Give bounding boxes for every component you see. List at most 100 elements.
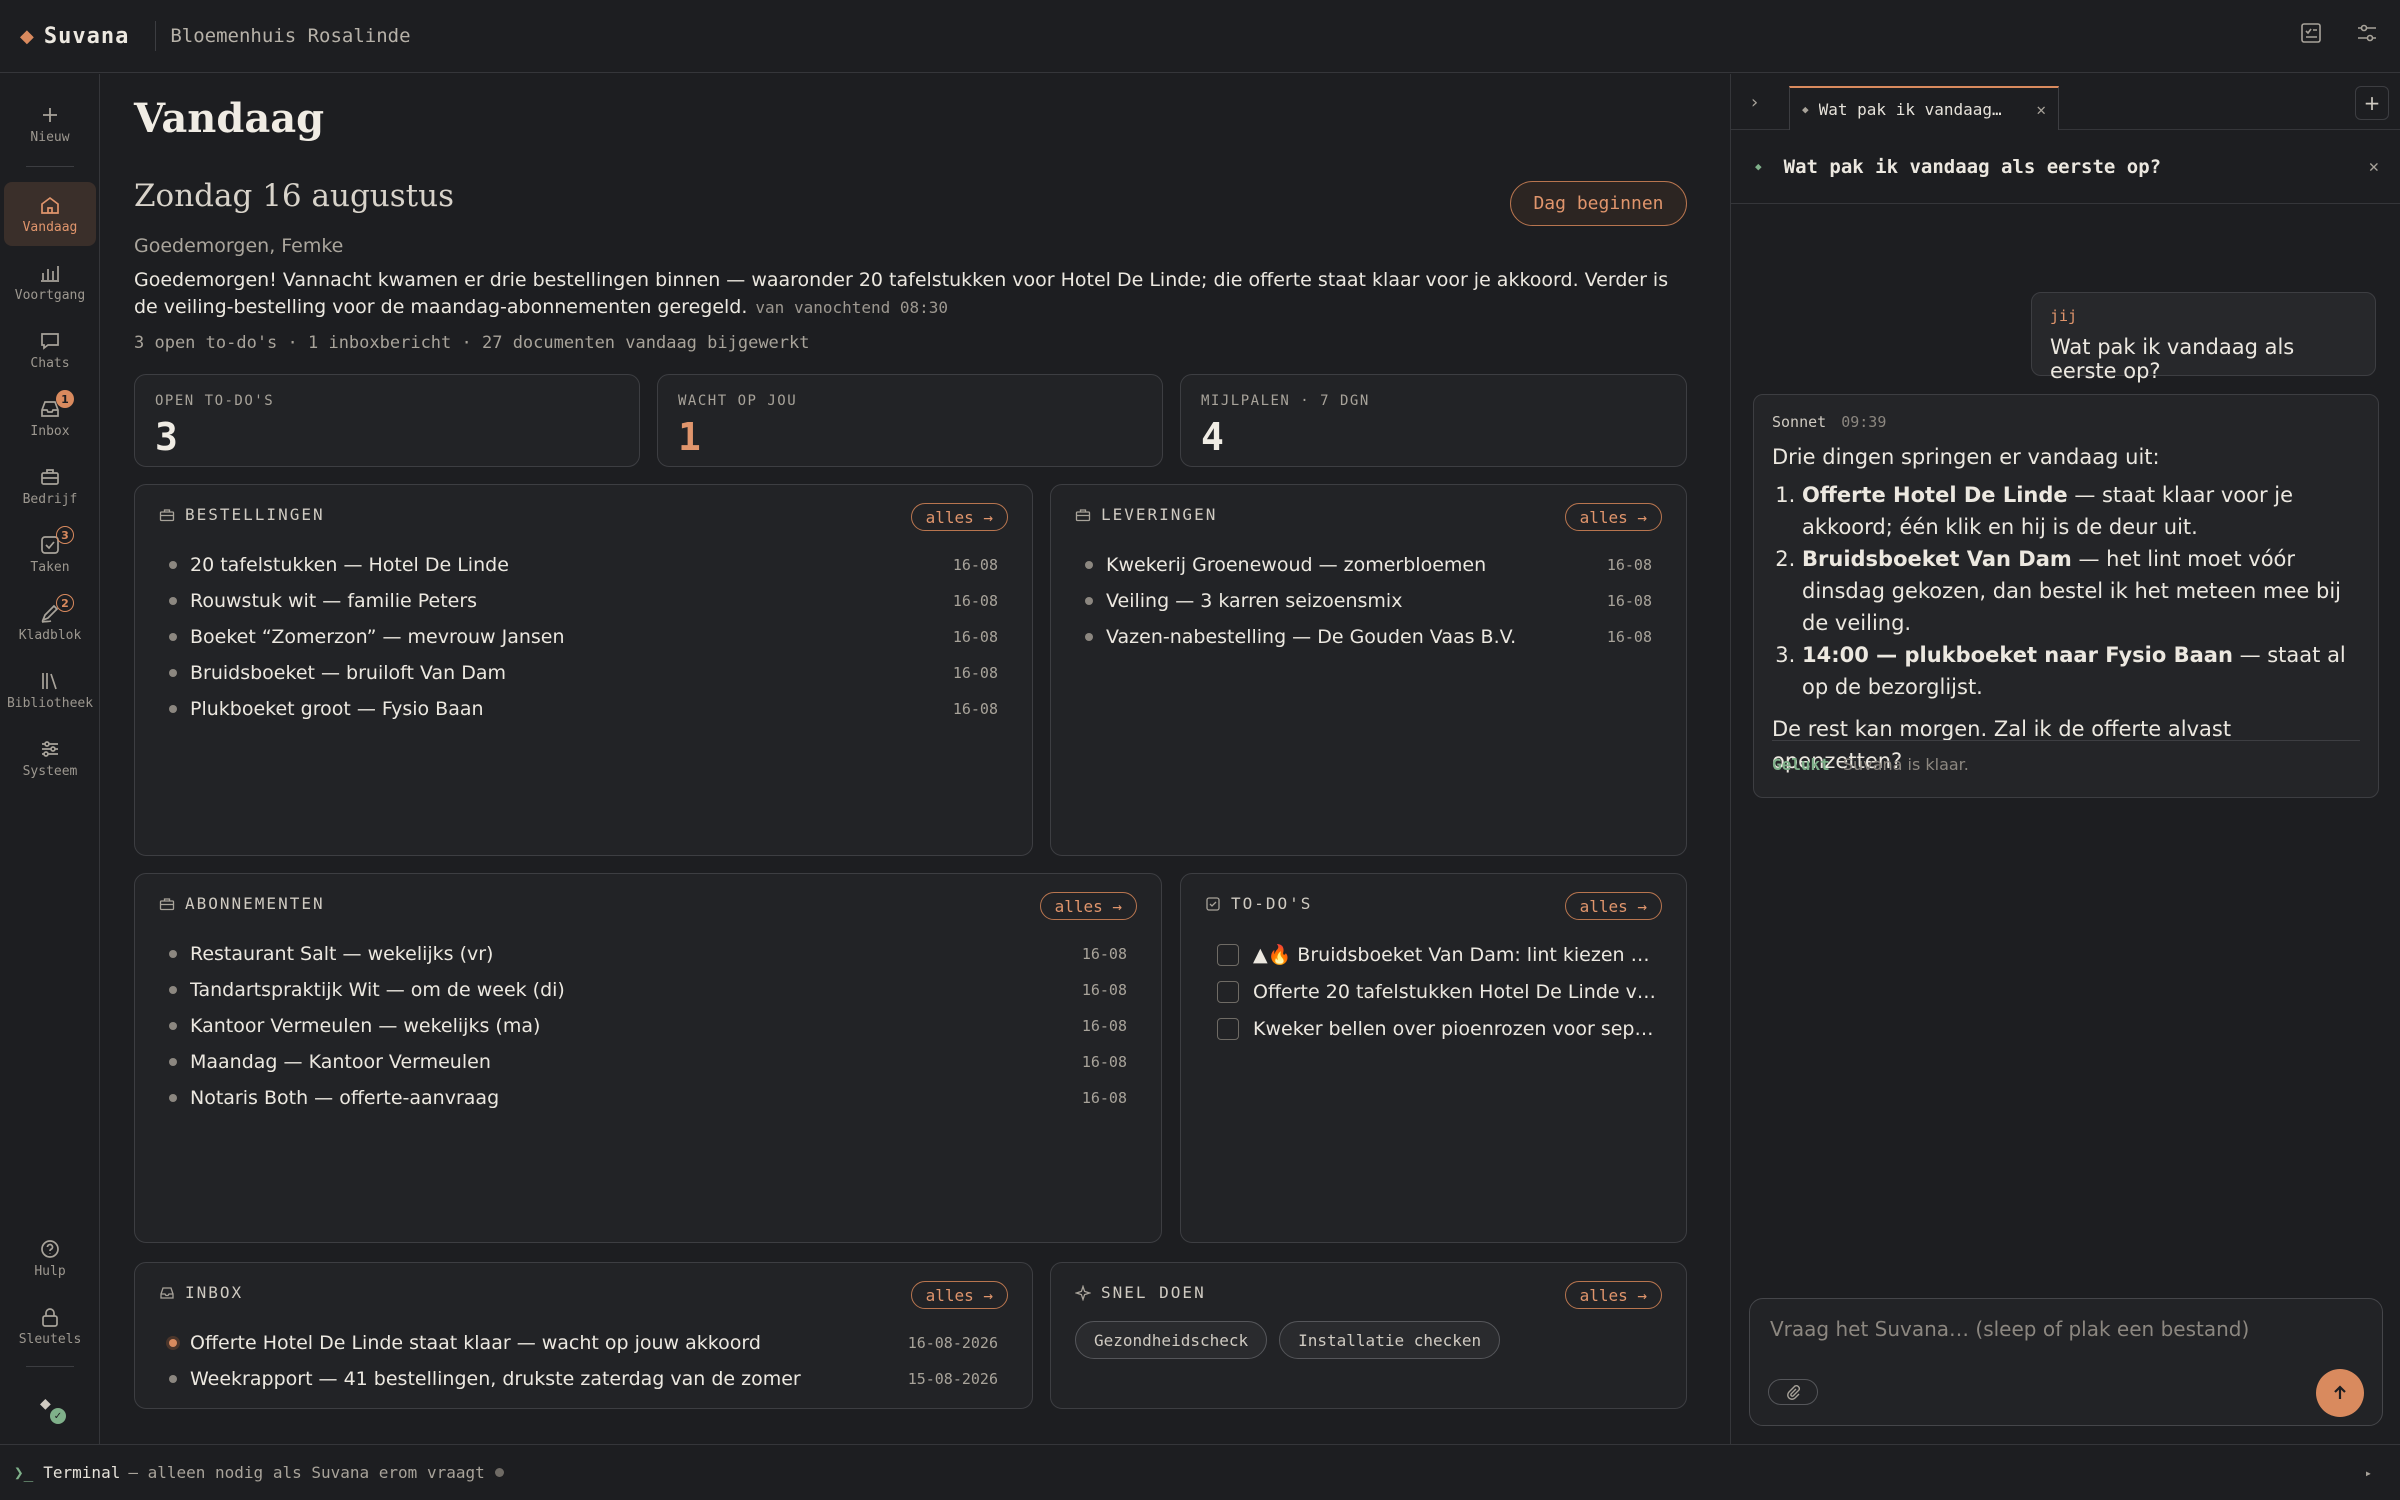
list-item[interactable]: Maandag — Kantoor Vermeulen 16-08: [169, 1044, 1127, 1080]
stat-card-waiting[interactable]: WACHT OP JOU 1: [657, 374, 1163, 467]
expand-icon[interactable]: ▸: [2365, 1466, 2372, 1480]
view-all-button[interactable]: alles →: [910, 503, 1008, 531]
list-item[interactable]: Offerte Hotel De Linde staat klaar — wac…: [169, 1325, 998, 1361]
bullet: [169, 669, 177, 677]
sidebar-item-voortgang[interactable]: Voortgang: [4, 250, 96, 314]
quick-action-install-check[interactable]: Installatie checken: [1279, 1321, 1501, 1359]
list-item[interactable]: Veiling — 3 karren seizoensmix 16-08: [1085, 583, 1652, 619]
briefcase-icon: [41, 468, 59, 485]
checkbox-icon: [1206, 896, 1220, 911]
chat-input[interactable]: Vraag het Suvana… (sleep of plak een bes…: [1770, 1317, 2249, 1341]
list-item[interactable]: Boeket “Zomerzon” — mevrouw Jansen 16-08: [169, 619, 998, 655]
stat-value: 4: [1201, 415, 1224, 459]
view-all-button[interactable]: alles →: [1039, 892, 1137, 920]
divider: [1772, 740, 2360, 741]
list-item[interactable]: Kantoor Vermeulen — wekelijks (ma) 16-08: [169, 1008, 1127, 1044]
attach-button[interactable]: [1768, 1379, 1818, 1405]
item-date: 16-08: [1081, 1053, 1127, 1071]
stat-card-open-todos[interactable]: OPEN TO-DO'S 3: [134, 374, 640, 467]
start-day-button[interactable]: Dag beginnen: [1510, 181, 1687, 226]
workspace-name[interactable]: Bloemenhuis Rosalinde: [170, 25, 410, 47]
view-all-button[interactable]: alles →: [910, 1281, 1008, 1309]
sidebar-item-bedrijf[interactable]: Bedrijf: [4, 454, 96, 518]
todo-item[interactable]: ▲🔥 Bruidsboeket Van Dam: lint kiezen (vo…: [1217, 936, 1656, 973]
item-text: Vazen-nabestelling — De Gouden Vaas B.V.: [1106, 626, 1517, 648]
inbox-badge: 1: [56, 390, 74, 408]
list-item[interactable]: Weekrapport — 41 bestellingen, drukste z…: [169, 1361, 998, 1397]
todo-checkbox[interactable]: [1217, 980, 1239, 1003]
bullet: [169, 1094, 177, 1102]
brand-name: Suvana: [43, 23, 130, 49]
user-message: jij Wat pak ik vandaag als eerste op?: [2031, 292, 2376, 383]
panel-title: TO-DO'S: [1231, 894, 1313, 913]
chevron-right-icon[interactable]: ›: [1751, 92, 1758, 113]
list-item[interactable]: Tandartspraktijk Wit — om de week (di) 16…: [169, 972, 1127, 1008]
todo-item[interactable]: Offerte 20 tafelstukken Hotel De Linde v…: [1217, 973, 1656, 1010]
item-text: Kweker bellen over pioenrozen voor septe…: [1253, 1017, 1656, 1040]
list-item[interactable]: Vazen-nabestelling — De Gouden Vaas B.V.…: [1085, 619, 1652, 655]
bullet: [1085, 597, 1093, 605]
sidebar-item-label: Kladblok: [18, 627, 82, 643]
list-item[interactable]: 20 tafelstukken — Hotel De Linde 16-08: [169, 547, 998, 583]
list-item[interactable]: Restaurant Salt — wekelijks (vr) 16-08: [169, 936, 1127, 972]
sidebar-item-label: Vandaag: [22, 219, 78, 235]
check-icon: ✓: [50, 1408, 66, 1424]
send-button[interactable]: [2316, 1369, 2364, 1417]
stat-card-milestones[interactable]: MIJLPALEN · 7 DGN 4: [1180, 374, 1687, 467]
item-text: Maandag — Kantoor Vermeulen: [190, 1051, 491, 1073]
sidebar-item-systeem[interactable]: Systeem: [4, 726, 96, 790]
item-text: Boeket “Zomerzon” — mevrouw Jansen: [190, 626, 565, 648]
panel-title: SNEL DOEN: [1101, 1283, 1206, 1302]
stat-label: MIJLPALEN · 7 DGN: [1201, 393, 1370, 409]
settings-sliders-icon[interactable]: [2354, 20, 2380, 46]
list-item[interactable]: Notaris Both — offerte-aanvraag 16-08: [169, 1080, 1127, 1116]
panel-snel-doen: SNEL DOEN alles → Gezondheidscheck Insta…: [1050, 1262, 1687, 1409]
dashboard-icon[interactable]: [2298, 20, 2324, 46]
panel-todos: TO-DO'S alles → ▲🔥 Bruidsboeket Van Dam:…: [1180, 873, 1687, 1243]
terminal-icon: ❯_: [14, 1463, 34, 1482]
sidebar-item-vandaag[interactable]: Vandaag: [4, 182, 96, 246]
bullet: [169, 986, 177, 994]
todo-item[interactable]: Kweker bellen over pioenrozen voor septe…: [1217, 1010, 1656, 1047]
close-icon[interactable]: ✕: [2369, 157, 2379, 177]
item-date: 16-08: [952, 556, 998, 574]
view-all-button[interactable]: alles →: [1564, 503, 1662, 531]
chat-tab[interactable]: ◆ Wat pak ik vandaag… ✕: [1789, 86, 2059, 130]
stat-label: OPEN TO-DO'S: [155, 393, 275, 409]
panel-title: BESTELLINGEN: [185, 505, 325, 524]
brand-logo-icon: ◆: [1802, 102, 1809, 116]
terminal-bar[interactable]: ❯_ Terminal — alleen nodig als Suvana er…: [0, 1444, 2400, 1500]
sidebar-item-taken[interactable]: 3 Taken: [4, 522, 96, 586]
bullet: [169, 1375, 177, 1383]
sidebar-item-bibliotheek[interactable]: Bibliotheek: [4, 658, 96, 722]
list-item[interactable]: Plukboeket groot — Fysio Baan 16-08: [169, 691, 998, 727]
sidebar-item-kladblok[interactable]: 2 Kladblok: [4, 590, 96, 654]
status-indicator[interactable]: ◆ ✓: [36, 1396, 66, 1426]
panel-header: BESTELLINGEN: [159, 505, 325, 524]
view-all-button[interactable]: alles →: [1564, 1281, 1662, 1309]
list-item[interactable]: Rouwstuk wit — familie Peters 16-08: [169, 583, 998, 619]
view-all-button[interactable]: alles →: [1564, 892, 1662, 920]
status-text: Suvana is klaar.: [1842, 755, 1969, 774]
sidebar-item-new[interactable]: Nieuw: [4, 92, 96, 156]
greeting: Goedemorgen, Femke: [134, 235, 344, 257]
message-time: 09:39: [1841, 413, 1887, 431]
list-item[interactable]: Kwekerij Groenewoud — zomerbloemen 16-08: [1085, 547, 1652, 583]
panel-bestellingen: BESTELLINGEN alles → 20 tafelstukken — H…: [134, 484, 1033, 856]
quick-action-health-check[interactable]: Gezondheidscheck: [1075, 1321, 1268, 1359]
todo-checkbox[interactable]: [1217, 1017, 1239, 1040]
list-item[interactable]: Bruidsboeket — bruiloft Van Dam 16-08: [169, 655, 998, 691]
close-tab-icon[interactable]: ✕: [2036, 100, 2046, 119]
status-label: Gelukt: [1772, 755, 1830, 774]
sidebar-item-hulp[interactable]: Hulp: [4, 1226, 96, 1290]
new-tab-button[interactable]: +: [2355, 86, 2389, 120]
sidebar-item-label: Chats: [30, 355, 70, 371]
todo-checkbox[interactable]: [1217, 943, 1239, 966]
plus-icon: [43, 107, 57, 122]
sidebar-item-sleutels[interactable]: Sleutels: [4, 1294, 96, 1358]
sidebar-item-inbox[interactable]: 1 Inbox: [4, 386, 96, 450]
item-date: 16-08: [1081, 1089, 1127, 1107]
sidebar-item-chats[interactable]: Chats: [4, 318, 96, 382]
sidebar-item-label: Systeem: [22, 763, 78, 779]
lock-icon: [42, 1307, 58, 1327]
